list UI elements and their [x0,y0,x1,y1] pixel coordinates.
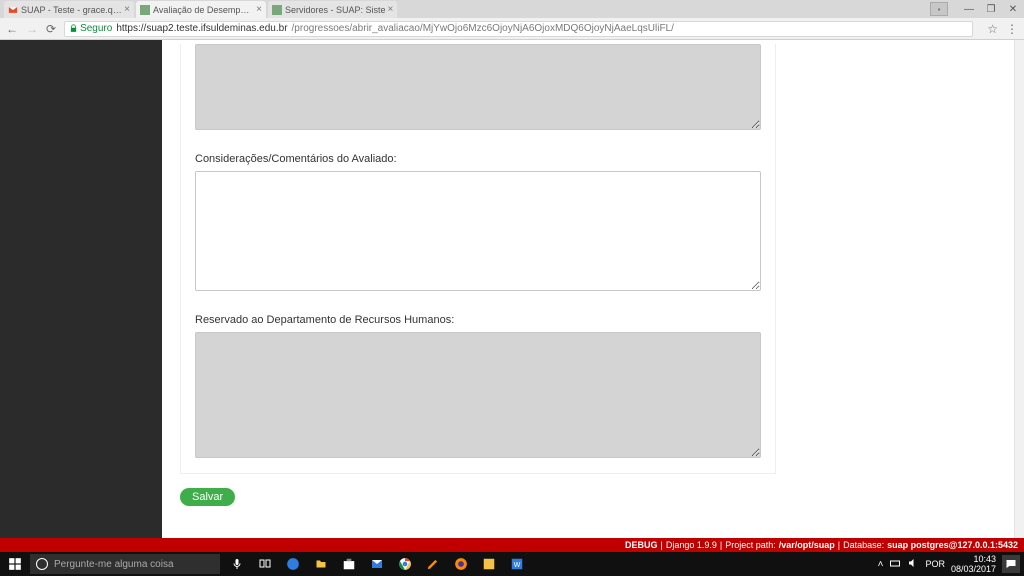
debug-project-label: Project path: [725,540,776,550]
field-top-readonly [195,44,761,135]
mic-icon[interactable] [228,555,246,573]
window-controls: ▪ — ❐ ✕ [930,0,1024,18]
start-button[interactable] [0,552,30,576]
svg-text:W: W [514,562,521,569]
paint-icon[interactable] [424,555,442,573]
vertical-scrollbar[interactable] [1014,40,1024,538]
kebab-menu-icon[interactable]: ⋮ [1006,22,1018,36]
lock-icon [69,24,78,33]
back-icon[interactable]: ← [6,22,18,36]
clock-time: 10:43 [951,554,996,564]
chrome-user-icon[interactable]: ▪ [930,2,948,16]
debug-project-path: /var/opt/suap [779,540,835,550]
window-close-button[interactable]: ✕ [1002,0,1024,18]
tab-title: SUAP - Teste - grace.que… [21,5,122,15]
system-tray: ˄ POR 10:43 08/03/2017 [878,552,1020,576]
clock-date: 08/03/2017 [951,564,996,574]
debug-db-label: Database: [843,540,884,550]
browser-tab-gmail[interactable]: SUAP - Teste - grace.que… × [4,1,134,18]
sidebar-dark [0,40,162,538]
tray-volume-icon[interactable] [907,557,919,572]
close-icon[interactable]: × [388,4,394,15]
readonly-textarea-top [195,44,761,130]
browser-tab-servidores[interactable]: Servidores - SUAP: Siste × [268,1,397,18]
form-card: Considerações/Comentários do Avaliado: R… [180,44,776,474]
page-viewport: Considerações/Comentários do Avaliado: R… [0,40,1024,538]
browser-address-bar: ← → ⟳ Seguro https://suap2.teste.ifsulde… [0,18,1024,40]
action-center-icon[interactable] [1002,555,1020,573]
window-maximize-button[interactable]: ❐ [980,0,1002,18]
tray-chevron-icon[interactable]: ˄ [878,559,884,570]
debug-django: Django 1.9.9 [666,540,717,550]
tray-language[interactable]: POR [925,559,945,569]
suap-icon [272,5,282,15]
url-path: /progressoes/abrir_avaliacao/MjYwOjo6Mzc… [292,23,674,34]
search-placeholder: Pergunte-me alguma coisa [54,559,174,570]
mail-icon[interactable] [368,555,386,573]
browser-tab-strip: SUAP - Teste - grace.que… × Avaliação de… [0,0,1024,18]
page-content: Considerações/Comentários do Avaliado: R… [162,40,1024,538]
label-reservado-rh: Reservado ao Departamento de Recursos Hu… [195,314,761,326]
save-button[interactable]: Salvar [180,488,235,506]
sticky-notes-icon[interactable] [480,555,498,573]
readonly-textarea-rh [195,332,761,458]
windows-icon [8,557,22,571]
forward-icon: → [26,22,38,36]
cortana-search[interactable]: Pergunte-me alguma coisa [30,554,220,574]
reload-icon[interactable]: ⟳ [46,22,56,36]
task-view-icon[interactable] [256,555,274,573]
taskbar-clock[interactable]: 10:43 08/03/2017 [951,554,996,574]
label-consideracoes-avaliado: Considerações/Comentários do Avaliado: [195,153,761,165]
cortana-icon [36,558,48,570]
debug-prefix: DEBUG [625,540,658,550]
secure-label: Seguro [80,23,112,34]
close-icon[interactable]: × [256,4,262,15]
store-icon[interactable] [340,555,358,573]
debug-db-value: suap postgres@127.0.0.1:5432 [887,540,1018,550]
omnibox[interactable]: Seguro https://suap2.teste.ifsuldeminas.… [64,21,973,37]
tab-title: Servidores - SUAP: Siste [285,5,386,15]
close-icon[interactable]: × [124,4,130,15]
star-icon[interactable]: ☆ [987,22,998,36]
windows-taskbar: Pergunte-me alguma coisa W ˄ POR 10:43 0… [0,552,1024,576]
chrome-icon[interactable] [396,555,414,573]
firefox-icon[interactable] [452,555,470,573]
suap-icon [140,5,150,15]
window-minimize-button[interactable]: — [958,0,980,18]
tray-network-icon[interactable] [889,557,901,572]
edge-icon[interactable] [284,555,302,573]
word-icon[interactable]: W [508,555,526,573]
secure-badge: Seguro [69,23,112,34]
url-host: https://suap2.teste.ifsuldeminas.edu.br [116,23,287,34]
taskbar-pinned-apps: W [228,555,526,573]
file-explorer-icon[interactable] [312,555,330,573]
tab-title: Avaliação de Desempenh [153,5,254,15]
textarea-consideracoes-avaliado[interactable] [195,171,761,291]
debug-bar: DEBUG | Django 1.9.9 | Project path: /va… [0,538,1024,552]
browser-tab-active[interactable]: Avaliação de Desempenh × [136,1,266,18]
gmail-icon [8,5,18,15]
